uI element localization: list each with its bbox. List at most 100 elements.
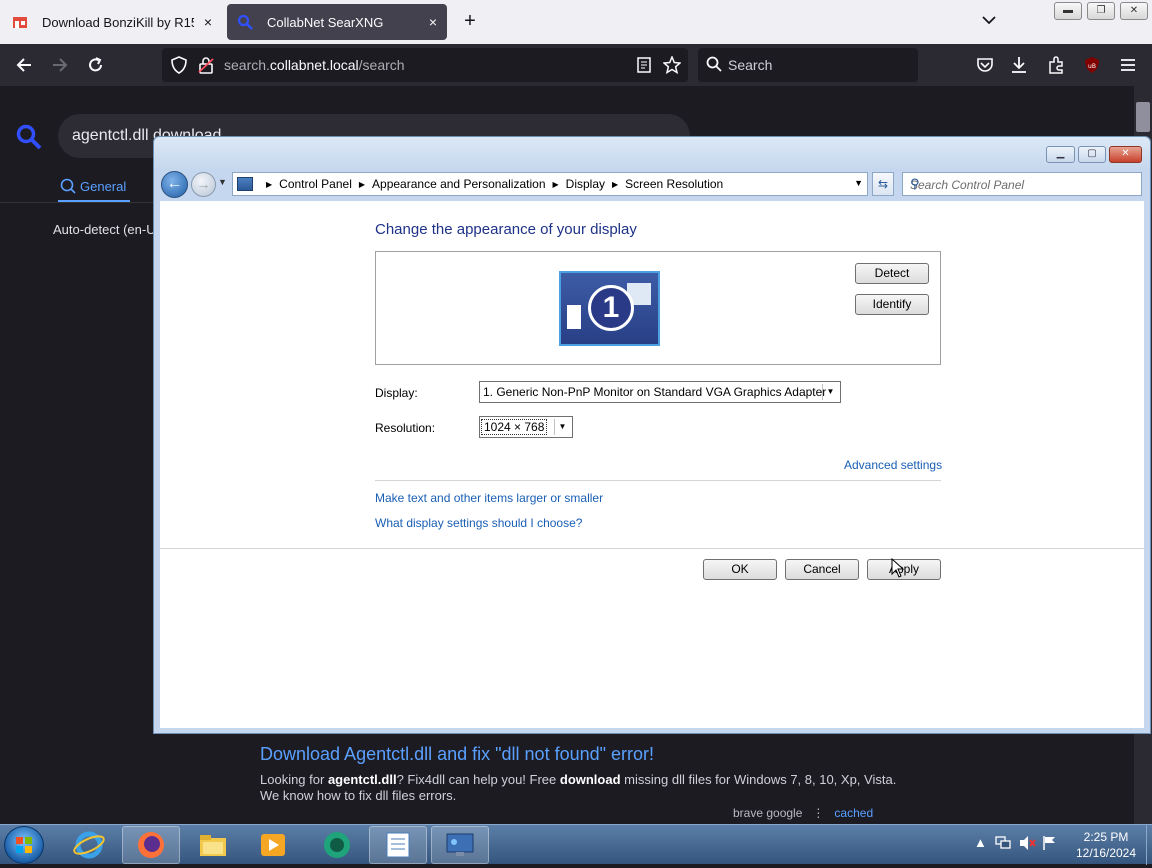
start-button-icon[interactable]	[4, 826, 44, 864]
tab-searxng[interactable]: CollabNet SearXNG ×	[227, 4, 447, 40]
search-icon	[60, 178, 76, 194]
tab-title: Download BonziKill by R15STV	[42, 14, 194, 30]
screen-resolution-window: ▁ ▢ ✕ ← → ▼ ▶ Control Panel ▶ Appearance…	[153, 136, 1151, 734]
new-tab-button[interactable]: +	[458, 10, 482, 33]
minimize-icon[interactable]: ▁	[1046, 146, 1075, 163]
downloads-icon[interactable]	[1008, 54, 1030, 76]
page-title: Change the appearance of your display	[375, 221, 637, 238]
cancel-button[interactable]: Cancel	[785, 559, 859, 580]
window-content: Change the appearance of your display 1 …	[160, 201, 1144, 728]
close-tab-icon[interactable]: ×	[419, 14, 447, 30]
ok-button[interactable]: OK	[703, 559, 777, 580]
app-globe-icon[interactable]	[308, 826, 366, 864]
restore-icon[interactable]: ❐	[1087, 2, 1115, 20]
searxng-icon	[237, 14, 253, 30]
display-label: Display:	[375, 386, 418, 400]
url-text: search.collabnet.local/search	[224, 57, 405, 73]
close-icon[interactable]: ✕	[1120, 2, 1148, 20]
window-titlebar[interactable]: ▁ ▢ ✕	[154, 137, 1150, 169]
monitor-preview: 1 Detect Identify	[375, 251, 941, 365]
chevron-right-icon[interactable]: ▶	[359, 180, 365, 189]
file-explorer-icon[interactable]	[184, 826, 242, 864]
refresh-icon[interactable]: ⇆	[872, 172, 894, 196]
tab-title: CollabNet SearXNG	[267, 14, 384, 30]
scroll-thumb[interactable]	[1136, 102, 1150, 132]
firefox-icon[interactable]	[122, 826, 180, 864]
display-settings-help-link[interactable]: What display settings should I choose?	[375, 516, 582, 530]
show-hidden-icons[interactable]: ▲	[974, 835, 987, 850]
language-selector[interactable]: Auto-detect (en-US)	[53, 222, 169, 237]
identify-button[interactable]: Identify	[855, 294, 929, 315]
breadcrumb-appearance[interactable]: Appearance and Personalization	[372, 177, 545, 191]
search-placeholder: Search	[728, 57, 773, 73]
address-dropdown-icon[interactable]: ▼	[854, 178, 863, 188]
tab-bonzikill[interactable]: Download BonziKill by R15STV ×	[2, 4, 222, 40]
browser-tab-bar: Download BonziKill by R15STV × CollabNet…	[0, 0, 1152, 44]
pocket-icon[interactable]	[974, 54, 996, 76]
internet-explorer-icon[interactable]	[60, 826, 118, 864]
chevron-right-icon[interactable]: ▶	[266, 180, 272, 189]
back-icon[interactable]	[13, 54, 35, 76]
back-icon[interactable]: ←	[161, 171, 188, 198]
search-icon	[706, 56, 722, 75]
store-icon	[12, 14, 28, 30]
forward-icon[interactable]: →	[191, 172, 216, 197]
display-select[interactable]: 1. Generic Non-PnP Monitor on Standard V…	[479, 381, 841, 403]
control-panel-taskbar-icon[interactable]	[431, 826, 489, 864]
breadcrumb-control-panel[interactable]: Control Panel	[279, 177, 352, 191]
mouse-cursor-icon	[891, 557, 905, 583]
control-panel-icon	[237, 177, 253, 191]
chevron-down-icon: ▼	[822, 384, 838, 400]
searxng-logo-icon[interactable]	[16, 124, 42, 150]
minimize-icon[interactable]: ▬	[1054, 2, 1082, 20]
divider	[375, 480, 941, 481]
result-title-link[interactable]: Download Agentctl.dll and fix "dll not f…	[260, 744, 654, 765]
search-icon[interactable]: ⚲	[910, 176, 1135, 192]
forward-icon[interactable]	[49, 54, 71, 76]
system-clock[interactable]: 2:25 PM 12/16/2024	[1068, 829, 1144, 861]
lock-icon[interactable]	[198, 56, 214, 79]
resolution-select[interactable]: 1024 × 768 ▼	[479, 416, 573, 438]
chevron-right-icon[interactable]: ▶	[553, 180, 559, 189]
media-player-icon[interactable]	[244, 826, 302, 864]
breadcrumb[interactable]: ▶ Control Panel ▶ Appearance and Persona…	[232, 172, 868, 196]
bookmark-star-icon[interactable]	[662, 55, 682, 79]
network-icon[interactable]	[994, 835, 1012, 854]
close-icon[interactable]: ✕	[1109, 146, 1142, 163]
close-tab-icon[interactable]: ×	[194, 14, 222, 30]
cached-link[interactable]: cached	[834, 806, 873, 820]
tab-general[interactable]: General	[60, 178, 126, 194]
reload-icon[interactable]	[85, 54, 107, 76]
clock-time: 2:25 PM	[1083, 830, 1129, 844]
detect-button[interactable]: Detect	[855, 263, 929, 284]
menu-icon[interactable]	[1117, 54, 1139, 76]
volume-muted-icon[interactable]	[1018, 835, 1036, 854]
reader-view-icon[interactable]	[636, 57, 652, 78]
monitor-1-icon[interactable]: 1	[559, 271, 660, 346]
maximize-icon[interactable]: ▢	[1078, 146, 1106, 163]
ublock-icon[interactable]: uB	[1081, 54, 1103, 76]
chevron-right-icon[interactable]: ▶	[612, 180, 618, 189]
taskbar: ▲ 2:25 PM 12/16/2024	[0, 824, 1152, 865]
resolution-label: Resolution:	[375, 421, 436, 435]
url-bar[interactable]: search.collabnet.local/search	[162, 48, 688, 82]
result-engines: brave google ⋮ cached	[733, 806, 874, 820]
control-panel-search-input[interactable]: Search Control Panel ⚲	[902, 172, 1142, 196]
action-center-flag-icon[interactable]	[1042, 835, 1058, 854]
extensions-icon[interactable]	[1045, 54, 1067, 76]
notepad-icon[interactable]	[369, 826, 427, 864]
result-snippet: Looking for agentctl.dll? Fix4dll can he…	[260, 772, 897, 803]
breadcrumb-screen-resolution[interactable]: Screen Resolution	[625, 177, 723, 191]
list-all-tabs-icon[interactable]	[982, 12, 996, 28]
browser-search-bar[interactable]: Search	[698, 48, 918, 82]
text-size-link[interactable]: Make text and other items larger or smal…	[375, 491, 603, 505]
breadcrumb-display[interactable]: Display	[566, 177, 605, 191]
clock-date: 12/16/2024	[1075, 846, 1137, 860]
browser-nav-bar: search.collabnet.local/search Search uB	[0, 44, 1152, 86]
advanced-settings-link[interactable]: Advanced settings	[844, 458, 942, 472]
show-desktop-button[interactable]	[1146, 825, 1152, 865]
monitor-number: 1	[588, 285, 634, 331]
address-toolbar: ← → ▼ ▶ Control Panel ▶ Appearance and P…	[154, 169, 1150, 199]
shield-icon[interactable]	[170, 56, 188, 79]
recent-pages-dropdown-icon[interactable]: ▼	[218, 177, 227, 187]
